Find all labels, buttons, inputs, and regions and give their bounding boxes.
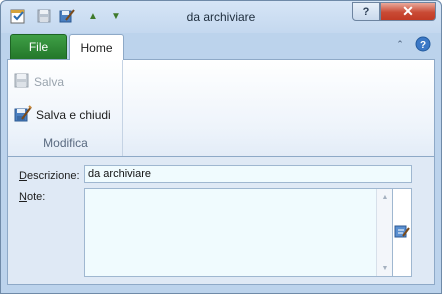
- close-icon: ✕: [402, 3, 414, 19]
- save-button[interactable]: Salva: [14, 71, 64, 93]
- help-button[interactable]: ?: [352, 2, 380, 21]
- notes-label: Note:: [19, 191, 46, 203]
- save-and-close-button[interactable]: Salva e chiudi: [14, 104, 111, 126]
- close-button[interactable]: ✕: [380, 2, 436, 21]
- window-title: da archiviare: [186, 10, 256, 24]
- description-field[interactable]: [84, 165, 412, 183]
- up-arrow-icon[interactable]: ▲: [84, 7, 102, 25]
- save-close-icon[interactable]: [58, 7, 76, 25]
- edit-notes-icon[interactable]: [394, 223, 410, 242]
- ribbon-panel: Salva Salva e chiudi Modifica: [7, 59, 435, 157]
- task-window: ▲ ▼ da archiviare ? ✕ File Home ⌃ ? Salv…: [0, 0, 442, 294]
- save-close-icon: [14, 104, 32, 126]
- ribbon-group-modifica: Salva Salva e chiudi Modifica: [8, 60, 123, 156]
- help-icon: ?: [362, 5, 370, 18]
- notes-scrollbar[interactable]: ▲ ▼: [376, 189, 392, 276]
- save-and-close-label: Salva e chiudi: [36, 108, 111, 122]
- scroll-up-icon[interactable]: ▲: [377, 190, 393, 204]
- ribbon-collapse-icon[interactable]: ⌃: [394, 38, 406, 50]
- save-icon: [14, 73, 30, 92]
- tab-file[interactable]: File: [10, 34, 67, 59]
- scroll-down-icon[interactable]: ▼: [377, 261, 393, 275]
- help-circle-icon[interactable]: ?: [415, 36, 431, 52]
- description-label: Descrizione:: [19, 170, 80, 182]
- notes-side-panel: [393, 188, 412, 277]
- appointment-icon[interactable]: [9, 7, 27, 25]
- down-arrow-icon[interactable]: ▼: [107, 7, 125, 25]
- tab-home[interactable]: Home: [69, 34, 124, 60]
- title-bar: ▲ ▼ da archiviare ? ✕: [1, 1, 441, 33]
- save-label: Salva: [34, 75, 65, 89]
- notes-field[interactable]: ▲ ▼: [84, 188, 393, 277]
- save-icon[interactable]: [35, 7, 53, 25]
- task-form: Descrizione: Note: ▲ ▼: [7, 157, 435, 285]
- svg-text:?: ?: [420, 40, 426, 51]
- group-label: Modifica: [43, 136, 88, 150]
